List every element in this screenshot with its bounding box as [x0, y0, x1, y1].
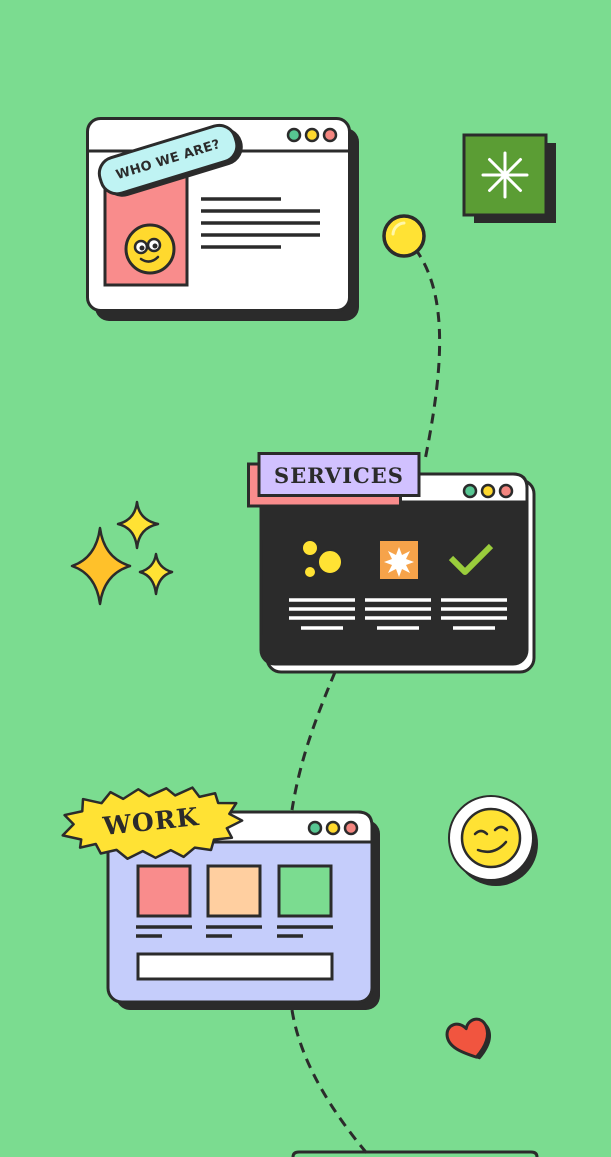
asterisk-icon — [462, 133, 556, 223]
who-we-are-card: WHO WE ARE? — [86, 117, 362, 325]
burst-icon — [380, 541, 418, 579]
yellow-dot-icon — [382, 214, 426, 258]
heart-icon — [445, 1017, 491, 1060]
services-label: SERVICES — [274, 462, 404, 488]
work-label: WORK — [101, 801, 201, 841]
sparkles-icon — [70, 500, 174, 606]
work-card: WORK — [56, 784, 386, 1014]
next-card-edge — [291, 1150, 539, 1157]
services-tag: SERVICES — [259, 453, 419, 497]
smiley-face-icon — [448, 795, 538, 886]
smiley-face-icon — [124, 223, 176, 275]
services-card: SERVICES — [247, 452, 537, 674]
